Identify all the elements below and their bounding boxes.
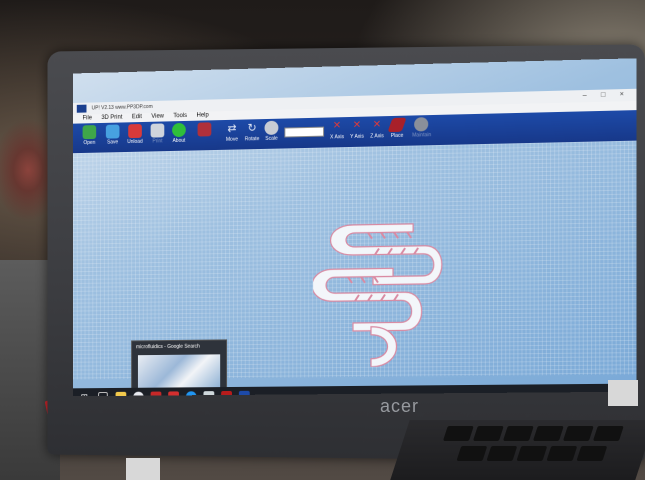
hinge-left — [126, 458, 160, 480]
menu-3d-print[interactable]: 3D Print — [101, 115, 122, 121]
layout-button[interactable] — [197, 122, 212, 137]
print-button[interactable]: Print — [150, 123, 165, 144]
keyboard-key — [442, 426, 474, 441]
keyboard-key — [576, 446, 608, 461]
maintain-button[interactable]: Maintain — [412, 117, 431, 139]
rotate-icon: ↻ — [247, 122, 257, 135]
x-axis-icon: ✕ — [332, 120, 342, 132]
file-explorer-icon[interactable] — [115, 391, 127, 397]
maintain-icon — [414, 117, 429, 132]
window-title: UP! V2.13 www.PP3DP.com — [91, 103, 153, 112]
keyboard-key — [472, 426, 504, 441]
save-icon — [105, 124, 120, 139]
menu-tools[interactable]: Tools — [173, 113, 187, 119]
scale-button[interactable]: Scale — [264, 120, 279, 142]
z-axis-icon: ✕ — [372, 119, 382, 131]
keyboard-key — [532, 426, 564, 441]
menu-file[interactable]: File — [83, 115, 92, 121]
z-axis-button[interactable]: ✕ Z Axis — [370, 118, 384, 139]
unload-button[interactable]: Unload — [127, 123, 143, 145]
app-icon-red[interactable] — [150, 391, 162, 397]
keyboard-key — [502, 426, 534, 441]
keyboard — [390, 420, 645, 480]
hinge-right — [608, 380, 638, 406]
model-hook — [371, 326, 397, 366]
keyboard-key — [456, 446, 488, 461]
about-button[interactable]: About — [172, 122, 186, 144]
y-axis-icon: ✕ — [352, 119, 362, 131]
menu-view[interactable]: View — [151, 114, 164, 120]
keyboard-key — [546, 446, 578, 461]
help-icon — [172, 122, 186, 138]
open-button[interactable]: Open — [82, 125, 97, 146]
menu-edit[interactable]: Edit — [132, 114, 142, 120]
keyboard-key — [516, 446, 548, 461]
layout-icon — [197, 122, 212, 137]
microfluidic-model — [313, 205, 463, 367]
move-icon: ⇄ — [227, 122, 237, 135]
app-icon — [76, 104, 87, 113]
start-icon[interactable]: ⊞ — [81, 392, 92, 396]
printer-icon — [150, 123, 165, 138]
rotate-button[interactable]: ↻ Rotate — [245, 121, 260, 142]
chrome-icon[interactable] — [133, 391, 144, 397]
open-icon — [82, 125, 97, 140]
x-axis-button[interactable]: ✕ X Axis — [330, 119, 344, 140]
preview-title: microfluidics - Google Search — [135, 343, 200, 351]
keyboard-key — [592, 426, 624, 441]
keyboard-key — [562, 426, 594, 441]
task-view-icon[interactable] — [98, 391, 108, 397]
scale-value-input[interactable] — [284, 126, 325, 138]
save-button[interactable]: Save — [105, 124, 120, 146]
move-button[interactable]: ⇄ Move — [225, 122, 239, 143]
menu-help[interactable]: Help — [197, 112, 209, 118]
place-button[interactable]: Place — [387, 117, 407, 139]
scale-icon — [264, 120, 279, 135]
laptop-screen: UP! V2.13 www.PP3DP.com – □ × File 3D Pr… — [72, 58, 637, 397]
keyboard-key — [486, 446, 518, 461]
place-icon — [387, 117, 407, 133]
unload-icon — [128, 123, 142, 139]
y-axis-button[interactable]: ✕ Y Axis — [350, 119, 364, 140]
acer-logo: acer — [380, 396, 420, 416]
